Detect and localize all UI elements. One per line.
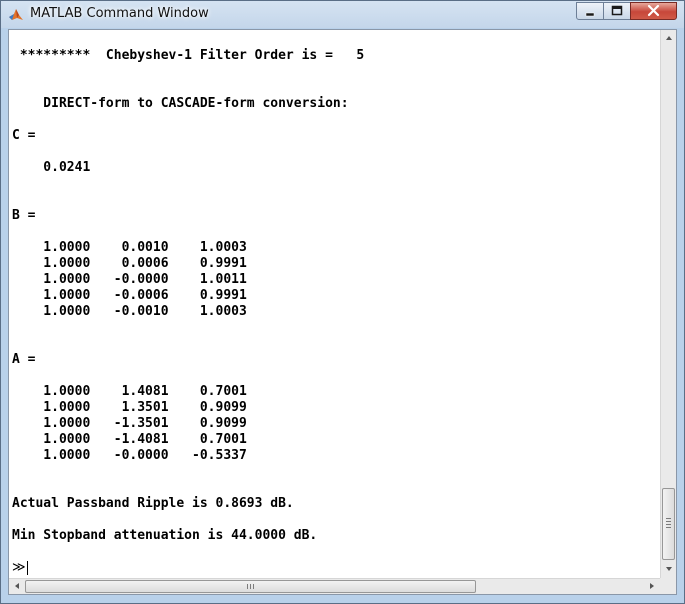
grip-line bbox=[666, 527, 671, 528]
scroll-down-arrow-icon[interactable] bbox=[666, 567, 672, 571]
scroll-right-arrow-icon[interactable] bbox=[650, 583, 654, 589]
close-button[interactable] bbox=[630, 2, 677, 20]
console-line: Min Stopband attenuation is 44.0000 dB. bbox=[12, 528, 318, 543]
horizontal-scroll-thumb[interactable] bbox=[25, 580, 476, 593]
grip-line bbox=[247, 584, 248, 589]
close-icon bbox=[647, 4, 660, 17]
console-line: DIRECT-form to CASCADE-form conversion: bbox=[12, 96, 349, 111]
minimize-button[interactable] bbox=[576, 2, 604, 20]
horizontal-scrollbar[interactable] bbox=[9, 578, 660, 594]
window-title: MATLAB Command Window bbox=[30, 6, 209, 21]
console-line: Actual Passband Ripple is 0.8693 dB. bbox=[12, 496, 294, 511]
grip-line bbox=[666, 521, 671, 522]
text-cursor bbox=[27, 561, 28, 575]
vertical-scroll-thumb[interactable] bbox=[662, 488, 675, 560]
matlab-logo-icon bbox=[9, 9, 23, 20]
console-line: 1.0000 1.3501 0.9099 bbox=[12, 400, 247, 415]
console-line: 1.0000 -0.0000 -0.5337 bbox=[12, 448, 247, 463]
console-line: 0.0241 bbox=[12, 160, 91, 175]
scrollbar-corner bbox=[660, 578, 676, 594]
matlab-command-window: MATLAB Command Window ********* Chebyshe… bbox=[0, 0, 685, 604]
console-line: 1.0000 0.0010 1.0003 bbox=[12, 240, 247, 255]
grip-line bbox=[666, 524, 671, 525]
console-line: 1.0000 -1.4081 0.7001 bbox=[12, 432, 247, 447]
grip-line bbox=[666, 518, 671, 519]
vertical-scrollbar[interactable] bbox=[660, 30, 676, 578]
console-line: 1.0000 -0.0000 1.0011 bbox=[12, 272, 247, 287]
console-line: ********* Chebyshev-1 Filter Order is = … bbox=[12, 48, 365, 63]
console-line: 1.0000 -0.0006 0.9991 bbox=[12, 288, 247, 303]
grip-line bbox=[253, 584, 254, 589]
maximize-icon bbox=[611, 5, 623, 16]
grip-line bbox=[250, 584, 251, 589]
maximize-button[interactable] bbox=[603, 2, 631, 20]
scroll-left-arrow-icon[interactable] bbox=[15, 583, 19, 589]
console-output[interactable]: ********* Chebyshev-1 Filter Order is = … bbox=[9, 30, 660, 578]
command-window-pane[interactable]: ********* Chebyshev-1 Filter Order is = … bbox=[8, 29, 677, 595]
console-line: 1.0000 -0.0010 1.0003 bbox=[12, 304, 247, 319]
console-line: 1.0000 1.4081 0.7001 bbox=[12, 384, 247, 399]
console-line: C = bbox=[12, 128, 36, 143]
console-line: 1.0000 -1.3501 0.9099 bbox=[12, 416, 247, 431]
title-bar[interactable]: MATLAB Command Window bbox=[1, 1, 684, 28]
console-line: 1.0000 0.0006 0.9991 bbox=[12, 256, 247, 271]
console-line: B = bbox=[12, 208, 36, 223]
minimize-icon bbox=[585, 12, 595, 17]
prompt-symbol: ≫ bbox=[12, 560, 26, 575]
console-line: A = bbox=[12, 352, 36, 367]
scroll-up-arrow-icon[interactable] bbox=[666, 36, 672, 40]
